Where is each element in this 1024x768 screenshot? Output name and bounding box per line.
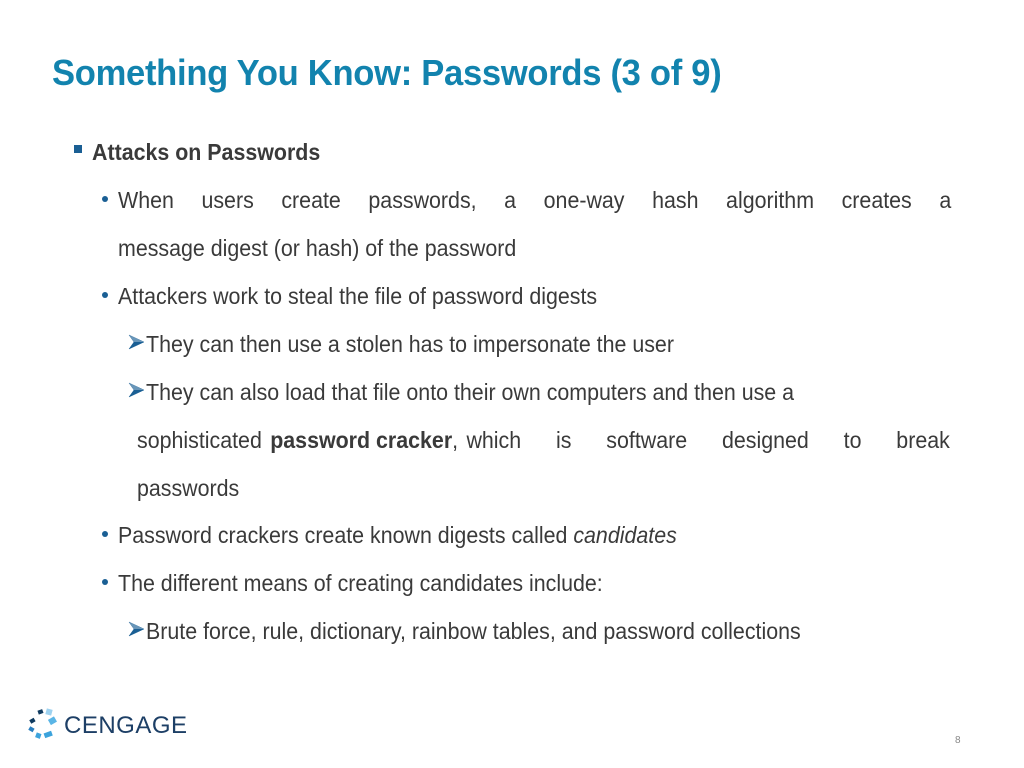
term-password-cracker: password cracker: [270, 427, 453, 453]
arrow-bullet-icon: [128, 621, 145, 637]
word: passwords,: [368, 187, 477, 213]
word: When: [118, 187, 174, 213]
word: a: [504, 187, 517, 213]
word: to: [843, 427, 862, 453]
dot-bullet-icon: [102, 292, 108, 298]
word: creates: [841, 187, 912, 213]
bullet-1-line-1: When users create passwords, a one-way hash alg…: [118, 186, 951, 214]
sub-bullet-1: They can then use a stolen has to impers…: [146, 331, 674, 357]
word: hash: [652, 187, 699, 213]
word: is: [555, 427, 572, 453]
word: a: [939, 187, 952, 213]
dot-bullet-icon: [102, 196, 108, 202]
dot-bullet-icon: [102, 579, 108, 585]
word: algorithm: [726, 187, 815, 213]
bullet-4: The different means of creating candidat…: [118, 570, 603, 596]
page-number: 8: [955, 735, 961, 746]
sub-bullet-3: Brute force, rule, dictionary, rainbow t…: [146, 618, 801, 644]
sub-2-pre: sophisticated: [137, 427, 262, 453]
word: software: [606, 427, 688, 453]
dot-bullet-icon: [102, 531, 108, 537]
term-candidates: candidates: [573, 522, 677, 548]
bullet-1-words: When users create passwords, a one-way hash alg…: [118, 186, 951, 214]
word: one-way: [543, 187, 625, 213]
sub-bullet-2-line-3: passwords: [137, 475, 240, 501]
bullet-3-text: Password crackers create known digests c…: [118, 522, 574, 548]
sub-2-post-words: which is software designed to break: [466, 426, 949, 454]
bullet-2: Attackers work to steal the file of pass…: [118, 283, 598, 309]
cengage-logo: CENGAGE: [26, 708, 187, 742]
section-heading: Attacks on Passwords: [92, 139, 321, 165]
sub-2-post: ,: [452, 427, 459, 453]
word: designed: [721, 427, 809, 453]
square-bullet-icon: [74, 145, 82, 153]
cengage-logo-icon: [28, 708, 57, 739]
bullet-1-line-2: message digest (or hash) of the password: [118, 235, 517, 261]
word: users: [201, 187, 254, 213]
bullet-3: Password crackers create known digests c…: [118, 521, 677, 549]
cengage-logo-text: CENGAGE: [64, 712, 188, 739]
word: create: [281, 187, 341, 213]
sub-bullet-2-line-1: They can also load that file onto their …: [146, 379, 795, 405]
arrow-bullet-icon: [128, 382, 145, 398]
word: break: [896, 427, 950, 453]
word: which: [466, 427, 522, 453]
arrow-bullet-icon: [128, 334, 145, 350]
slide-title: Something You Know: Passwords (3 of 9): [52, 52, 722, 93]
sub-bullet-2-line-2: sophisticated password cracker, which is s…: [137, 426, 950, 454]
